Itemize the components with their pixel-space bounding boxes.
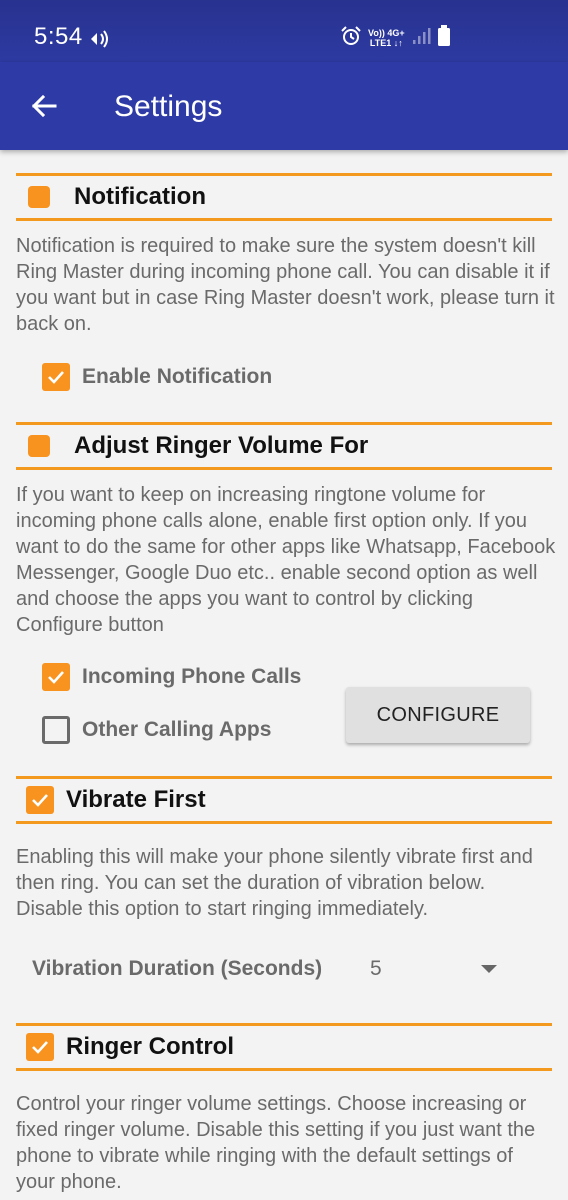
section-bullet bbox=[28, 186, 50, 208]
alarm-icon bbox=[340, 25, 362, 52]
arrow-back-icon bbox=[31, 94, 57, 118]
check-icon bbox=[48, 671, 64, 684]
dropdown-arrow-icon[interactable] bbox=[481, 965, 497, 973]
network-line-1: Vo)) 4G+ bbox=[368, 28, 405, 38]
ringer-control-checkbox[interactable] bbox=[26, 1033, 54, 1061]
app-bar: Settings bbox=[0, 62, 568, 150]
page-title: Settings bbox=[114, 90, 223, 123]
enable-notification-checkbox[interactable] bbox=[42, 363, 70, 391]
section-title: Notification bbox=[74, 183, 206, 210]
section-ringer-volume: Adjust Ringer Volume For bbox=[16, 422, 552, 470]
notification-sound-icon bbox=[88, 25, 112, 49]
vibration-duration-dropdown[interactable]: 5 bbox=[370, 957, 382, 981]
other-apps-label: Other Calling Apps bbox=[82, 718, 272, 741]
other-apps-checkbox[interactable] bbox=[42, 716, 70, 744]
ringer-control-description: Control your ringer volume settings. Cho… bbox=[16, 1093, 536, 1193]
notification-description: Notification is required to make sure th… bbox=[16, 235, 555, 335]
status-time: 5:54 bbox=[34, 23, 83, 50]
incoming-calls-option[interactable]: Incoming Phone Calls bbox=[42, 661, 301, 693]
incoming-calls-checkbox[interactable] bbox=[42, 663, 70, 691]
vibration-duration-label: Vibration Duration (Seconds) bbox=[32, 957, 323, 980]
incoming-calls-label: Incoming Phone Calls bbox=[82, 665, 302, 688]
check-icon bbox=[32, 794, 48, 807]
other-apps-option[interactable]: Other Calling Apps bbox=[42, 714, 271, 746]
vibrate-first-checkbox[interactable] bbox=[26, 786, 54, 814]
section-bullet bbox=[28, 435, 50, 457]
check-icon bbox=[32, 1041, 48, 1054]
status-bar: 5:54 Vo)) 4G+ LTE1 ↓↑ bbox=[0, 0, 568, 62]
signal-icon bbox=[411, 26, 431, 51]
enable-notification-option[interactable]: Enable Notification bbox=[42, 361, 272, 393]
network-indicator: Vo)) 4G+ LTE1 ↓↑ bbox=[368, 28, 405, 48]
status-icons: Vo)) 4G+ LTE1 ↓↑ bbox=[340, 24, 451, 52]
section-title: Ringer Control bbox=[66, 1033, 234, 1060]
enable-notification-label: Enable Notification bbox=[82, 365, 273, 388]
vibrate-first-description: Enabling this will make your phone silen… bbox=[16, 846, 533, 920]
section-notification: Notification bbox=[16, 173, 552, 221]
section-ringer-control[interactable]: Ringer Control bbox=[16, 1023, 552, 1071]
network-line-2: LTE1 ↓↑ bbox=[369, 38, 403, 48]
section-title: Vibrate First bbox=[66, 786, 206, 813]
back-button[interactable] bbox=[22, 84, 66, 128]
section-title: Adjust Ringer Volume For bbox=[74, 432, 369, 459]
battery-icon bbox=[437, 24, 451, 52]
ringer-volume-description: If you want to keep on increasing ringto… bbox=[16, 484, 556, 636]
configure-button[interactable]: CONFIGURE bbox=[346, 687, 530, 743]
section-vibrate-first[interactable]: Vibrate First bbox=[16, 776, 552, 824]
check-icon bbox=[48, 371, 64, 384]
